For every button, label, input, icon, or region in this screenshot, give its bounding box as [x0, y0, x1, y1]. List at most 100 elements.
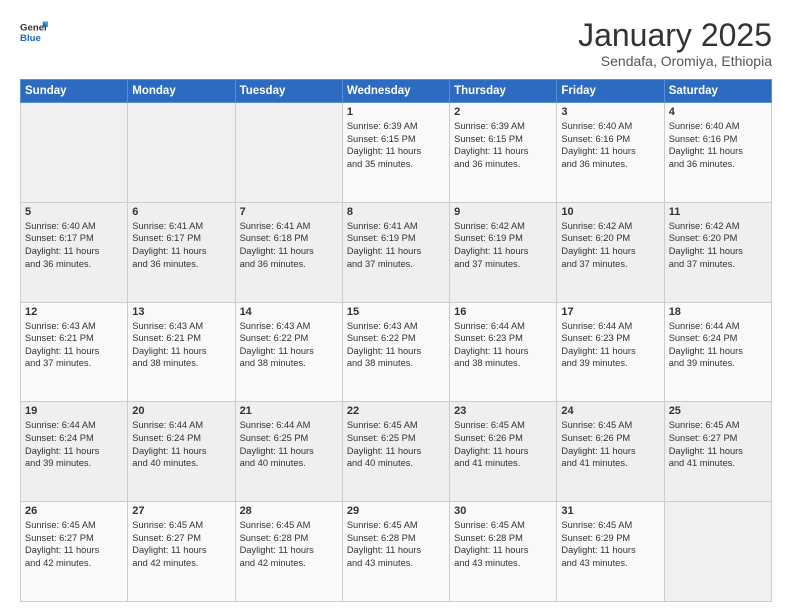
- calendar-cell: 26Sunrise: 6:45 AM Sunset: 6:27 PM Dayli…: [21, 502, 128, 602]
- col-tuesday: Tuesday: [235, 80, 342, 103]
- subtitle: Sendafa, Oromiya, Ethiopia: [578, 53, 772, 69]
- calendar-cell: 9 Sunrise: 6:42 AM Sunset: 6:19 PM Daylig…: [450, 202, 557, 302]
- cell-info: Sunrise: 6:45 AM Sunset: 6:28 PM Dayligh…: [347, 519, 445, 569]
- cell-info: Sunrise: 6:44 AM Sunset: 6:24 PM Dayligh…: [669, 320, 767, 370]
- calendar-cell: 10Sunrise: 6:42 AM Sunset: 6:20 PM Dayli…: [557, 202, 664, 302]
- calendar-table: Sunday Monday Tuesday Wednesday Thursday…: [20, 79, 772, 602]
- day-number: 14: [240, 306, 338, 318]
- calendar-cell: 13 Sunrise: 6:43 AM Sunset: 6:21 PM Dayli…: [128, 302, 235, 402]
- calendar-cell: 28 Sunrise: 6:45 AM Sunset: 6:28 PM Dayli…: [235, 502, 342, 602]
- day-number: 2: [454, 106, 552, 118]
- calendar-week-row: 19 Sunrise: 6:44 AM Sunset: 6:24 PM Dayli…: [21, 402, 772, 502]
- calendar-cell: 11Sunrise: 6:42 AM Sunset: 6:20 PM Dayli…: [664, 202, 771, 302]
- svg-text:Blue: Blue: [20, 33, 41, 44]
- day-number: 7: [240, 206, 338, 218]
- calendar-cell: 25Sunrise: 6:45 AM Sunset: 6:27 PM Dayli…: [664, 402, 771, 502]
- cell-info: Sunrise: 6:45 AM Sunset: 6:29 PM Dayligh…: [561, 519, 659, 569]
- cell-info: Sunrise: 6:45 AM Sunset: 6:25 PM Dayligh…: [347, 419, 445, 469]
- cell-info: Sunrise: 6:45 AM Sunset: 6:28 PM Dayligh…: [240, 519, 338, 569]
- day-number: 1: [347, 106, 445, 118]
- cell-info: Sunrise: 6:44 AM Sunset: 6:24 PM Dayligh…: [25, 419, 123, 469]
- calendar-cell: 17 Sunrise: 6:44 AM Sunset: 6:23 PM Dayli…: [557, 302, 664, 402]
- cell-info: Sunrise: 6:45 AM Sunset: 6:27 PM Dayligh…: [132, 519, 230, 569]
- calendar-cell: 7 Sunrise: 6:41 AM Sunset: 6:18 PM Daylig…: [235, 202, 342, 302]
- cell-info: Sunrise: 6:44 AM Sunset: 6:24 PM Dayligh…: [132, 419, 230, 469]
- calendar-cell: 29 Sunrise: 6:45 AM Sunset: 6:28 PM Dayli…: [342, 502, 449, 602]
- day-number: 20: [132, 405, 230, 417]
- calendar-week-row: 26 Sunrise: 6:45 AM Sunset: 6:27 PM Dayli…: [21, 502, 772, 602]
- day-number: 28: [240, 505, 338, 517]
- day-number: 13: [132, 306, 230, 318]
- calendar-cell: 31 Sunrise: 6:45 AM Sunset: 6:29 PM Dayli…: [557, 502, 664, 602]
- cell-info: Sunrise: 6:45 AM Sunset: 6:26 PM Dayligh…: [454, 419, 552, 469]
- calendar-cell: 4 Sunrise: 6:40 AM Sunset: 6:16 PM Daylig…: [664, 103, 771, 203]
- day-number: 21: [240, 405, 338, 417]
- day-number: 4: [669, 106, 767, 118]
- calendar-cell: 23Sunrise: 6:45 AM Sunset: 6:26 PM Dayli…: [450, 402, 557, 502]
- cell-info: Sunrise: 6:42 AM Sunset: 6:19 PM Dayligh…: [454, 220, 552, 270]
- cell-info: Sunrise: 6:44 AM Sunset: 6:23 PM Dayligh…: [454, 320, 552, 370]
- calendar-cell: 2 Sunrise: 6:39 AM Sunset: 6:15 PM Daylig…: [450, 103, 557, 203]
- day-number: 29: [347, 505, 445, 517]
- cell-info: Sunrise: 6:44 AM Sunset: 6:23 PM Dayligh…: [561, 320, 659, 370]
- cell-info: Sunrise: 6:39 AM Sunset: 6:15 PM Dayligh…: [347, 120, 445, 170]
- cell-info: Sunrise: 6:43 AM Sunset: 6:21 PM Dayligh…: [132, 320, 230, 370]
- calendar-cell: 16 Sunrise: 6:44 AM Sunset: 6:23 PM Dayli…: [450, 302, 557, 402]
- col-wednesday: Wednesday: [342, 80, 449, 103]
- cell-info: Sunrise: 6:42 AM Sunset: 6:20 PM Dayligh…: [669, 220, 767, 270]
- calendar-cell: 21 Sunrise: 6:44 AM Sunset: 6:25 PM Dayli…: [235, 402, 342, 502]
- calendar-cell: 8Sunrise: 6:41 AM Sunset: 6:19 PM Daylig…: [342, 202, 449, 302]
- day-number: 30: [454, 505, 552, 517]
- calendar-cell: 3 Sunrise: 6:40 AM Sunset: 6:16 PM Daylig…: [557, 103, 664, 203]
- day-number: 6: [132, 206, 230, 218]
- day-number: 9: [454, 206, 552, 218]
- day-number: 25: [669, 405, 767, 417]
- day-number: 31: [561, 505, 659, 517]
- cell-info: Sunrise: 6:42 AM Sunset: 6:20 PM Dayligh…: [561, 220, 659, 270]
- col-friday: Friday: [557, 80, 664, 103]
- day-number: 17: [561, 306, 659, 318]
- day-number: 3: [561, 106, 659, 118]
- calendar-week-row: 1 Sunrise: 6:39 AM Sunset: 6:15 PM Daylig…: [21, 103, 772, 203]
- calendar-cell: 27Sunrise: 6:45 AM Sunset: 6:27 PM Dayli…: [128, 502, 235, 602]
- calendar-cell: [235, 103, 342, 203]
- calendar-cell: 1 Sunrise: 6:39 AM Sunset: 6:15 PM Daylig…: [342, 103, 449, 203]
- cell-info: Sunrise: 6:45 AM Sunset: 6:28 PM Dayligh…: [454, 519, 552, 569]
- title-block: January 2025 Sendafa, Oromiya, Ethiopia: [578, 18, 772, 69]
- cell-info: Sunrise: 6:41 AM Sunset: 6:17 PM Dayligh…: [132, 220, 230, 270]
- col-saturday: Saturday: [664, 80, 771, 103]
- cell-info: Sunrise: 6:43 AM Sunset: 6:22 PM Dayligh…: [240, 320, 338, 370]
- page: General Blue January 2025 Sendafa, Oromi…: [0, 0, 792, 612]
- cell-info: Sunrise: 6:45 AM Sunset: 6:26 PM Dayligh…: [561, 419, 659, 469]
- cell-info: Sunrise: 6:40 AM Sunset: 6:16 PM Dayligh…: [669, 120, 767, 170]
- cell-info: Sunrise: 6:40 AM Sunset: 6:16 PM Dayligh…: [561, 120, 659, 170]
- day-number: 12: [25, 306, 123, 318]
- calendar-cell: 20 Sunrise: 6:44 AM Sunset: 6:24 PM Dayli…: [128, 402, 235, 502]
- calendar-cell: [21, 103, 128, 203]
- calendar-cell: 22 Sunrise: 6:45 AM Sunset: 6:25 PM Dayli…: [342, 402, 449, 502]
- calendar-cell: [128, 103, 235, 203]
- calendar-cell: 30 Sunrise: 6:45 AM Sunset: 6:28 PM Dayli…: [450, 502, 557, 602]
- calendar-cell: 15Sunrise: 6:43 AM Sunset: 6:22 PM Dayli…: [342, 302, 449, 402]
- calendar-week-row: 12 Sunrise: 6:43 AM Sunset: 6:21 PM Dayli…: [21, 302, 772, 402]
- month-title: January 2025: [578, 18, 772, 53]
- day-number: 24: [561, 405, 659, 417]
- day-number: 26: [25, 505, 123, 517]
- cell-info: Sunrise: 6:39 AM Sunset: 6:15 PM Dayligh…: [454, 120, 552, 170]
- day-number: 19: [25, 405, 123, 417]
- calendar-cell: 14 Sunrise: 6:43 AM Sunset: 6:22 PM Dayli…: [235, 302, 342, 402]
- calendar-cell: 5Sunrise: 6:40 AM Sunset: 6:17 PM Daylig…: [21, 202, 128, 302]
- cell-info: Sunrise: 6:40 AM Sunset: 6:17 PM Dayligh…: [25, 220, 123, 270]
- cell-info: Sunrise: 6:44 AM Sunset: 6:25 PM Dayligh…: [240, 419, 338, 469]
- day-number: 18: [669, 306, 767, 318]
- calendar-header-row: Sunday Monday Tuesday Wednesday Thursday…: [21, 80, 772, 103]
- cell-info: Sunrise: 6:41 AM Sunset: 6:18 PM Dayligh…: [240, 220, 338, 270]
- day-number: 16: [454, 306, 552, 318]
- calendar-cell: 19 Sunrise: 6:44 AM Sunset: 6:24 PM Dayli…: [21, 402, 128, 502]
- day-number: 22: [347, 405, 445, 417]
- calendar-cell: 6 Sunrise: 6:41 AM Sunset: 6:17 PM Daylig…: [128, 202, 235, 302]
- logo: General Blue: [20, 18, 48, 46]
- calendar-cell: 24 Sunrise: 6:45 AM Sunset: 6:26 PM Dayli…: [557, 402, 664, 502]
- calendar-week-row: 5Sunrise: 6:40 AM Sunset: 6:17 PM Daylig…: [21, 202, 772, 302]
- calendar-cell: 12Sunrise: 6:43 AM Sunset: 6:21 PM Dayli…: [21, 302, 128, 402]
